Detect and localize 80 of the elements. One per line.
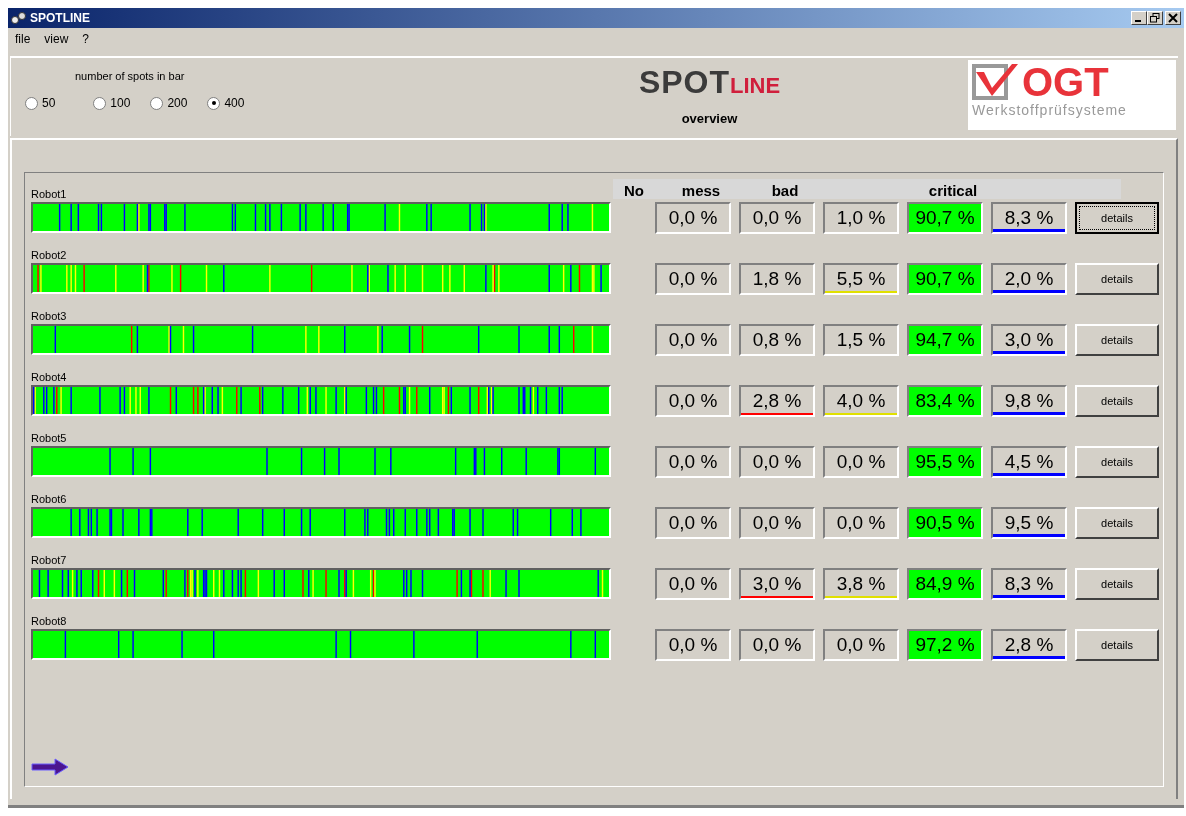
- minimize-button[interactable]: [1131, 11, 1147, 25]
- percent-field: 1,5 %: [823, 324, 899, 356]
- radio-option[interactable]: 50: [25, 96, 56, 110]
- robot-label: Robot1: [31, 188, 68, 200]
- percent-field: 0,0 %: [823, 446, 899, 478]
- robot-label: Robot3: [31, 310, 68, 322]
- percent-field: 3,0 %: [739, 568, 815, 600]
- percent-field: 83,4 %: [907, 385, 983, 417]
- close-icon: [1168, 13, 1178, 23]
- robot-label: Robot6: [31, 493, 68, 505]
- percent-field: 84,9 %: [907, 568, 983, 600]
- percent-field: 9,8 %: [991, 385, 1067, 417]
- percent-field: 94,7 %: [907, 324, 983, 356]
- details-button[interactable]: details: [1075, 385, 1159, 417]
- spots-label: number of spots in bar: [75, 70, 186, 82]
- percent-field: 0,0 %: [655, 446, 731, 478]
- column-header: critical: [927, 183, 979, 199]
- percent-field: 0,0 %: [655, 385, 731, 417]
- close-button[interactable]: [1165, 11, 1181, 25]
- percent-field: 8,3 %: [991, 568, 1067, 600]
- radio-option[interactable]: 100: [93, 96, 131, 110]
- percent-field: 0,0 %: [739, 446, 815, 478]
- percent-field: 0,0 %: [655, 629, 731, 661]
- percent-field: 0,0 %: [655, 202, 731, 234]
- percent-field: 0,0 %: [823, 629, 899, 661]
- details-button[interactable]: details: [1075, 568, 1159, 600]
- window-title: SPOTLINE: [30, 11, 91, 25]
- percent-field: 4,0 %: [823, 385, 899, 417]
- radio-option[interactable]: 200: [150, 96, 188, 110]
- company-logo: OGT Werkstoffprüfsysteme: [968, 60, 1176, 130]
- percent-field: 95,5 %: [907, 446, 983, 478]
- percent-field: 0,0 %: [655, 263, 731, 295]
- page-subtitle: overview: [681, 111, 738, 126]
- percent-field: 0,0 %: [739, 629, 815, 661]
- robot-label: Robot4: [31, 371, 68, 383]
- percent-field: 97,2 %: [907, 629, 983, 661]
- percent-field: 0,0 %: [655, 568, 731, 600]
- percent-field: 0,0 %: [655, 507, 731, 539]
- percent-field: 2,8 %: [991, 629, 1067, 661]
- percent-field: 1,0 %: [823, 202, 899, 234]
- percent-field: 0,0 %: [739, 202, 815, 234]
- details-button[interactable]: details: [1075, 507, 1159, 539]
- column-header: bad: [770, 183, 800, 199]
- percent-field: 9,5 %: [991, 507, 1067, 539]
- column-header: mess: [680, 183, 722, 199]
- percent-field: 4,5 %: [991, 446, 1067, 478]
- details-button[interactable]: details: [1075, 324, 1159, 356]
- percent-field: 5,5 %: [823, 263, 899, 295]
- percent-field: 3,8 %: [823, 568, 899, 600]
- percent-field: 1,8 %: [739, 263, 815, 295]
- percent-field: 0,0 %: [655, 324, 731, 356]
- menu-item[interactable]: view: [44, 32, 69, 46]
- percent-field: 0,8 %: [739, 324, 815, 356]
- details-button[interactable]: details: [1075, 202, 1159, 234]
- robot-label: Robot5: [31, 432, 68, 444]
- percent-field: 90,5 %: [907, 507, 983, 539]
- robot-label: Robot2: [31, 249, 68, 261]
- percent-field: 90,7 %: [907, 263, 983, 295]
- robot-label: Robot8: [31, 615, 68, 627]
- details-button[interactable]: details: [1075, 446, 1159, 478]
- menu-item[interactable]: ?: [82, 32, 90, 46]
- app-icon: [11, 11, 27, 25]
- column-header: No: [623, 183, 645, 199]
- arrow-right-icon[interactable]: [31, 758, 69, 776]
- restore-icon: [1150, 13, 1160, 23]
- menu-item[interactable]: file: [15, 32, 31, 46]
- percent-field: 8,3 %: [991, 202, 1067, 234]
- percent-field: 2,8 %: [739, 385, 815, 417]
- robot-label: Robot7: [31, 554, 68, 566]
- details-button[interactable]: details: [1075, 629, 1159, 661]
- percent-field: 2,0 %: [991, 263, 1067, 295]
- spotline-logo: SPOTLINE: [638, 64, 781, 101]
- percent-field: 90,7 %: [907, 202, 983, 234]
- radio-option[interactable]: 400: [207, 96, 245, 110]
- minimize-icon: [1135, 20, 1141, 22]
- percent-field: 0,0 %: [739, 507, 815, 539]
- percent-field: 3,0 %: [991, 324, 1067, 356]
- restore-button[interactable]: [1147, 11, 1163, 25]
- percent-field: 0,0 %: [823, 507, 899, 539]
- details-button[interactable]: details: [1075, 263, 1159, 295]
